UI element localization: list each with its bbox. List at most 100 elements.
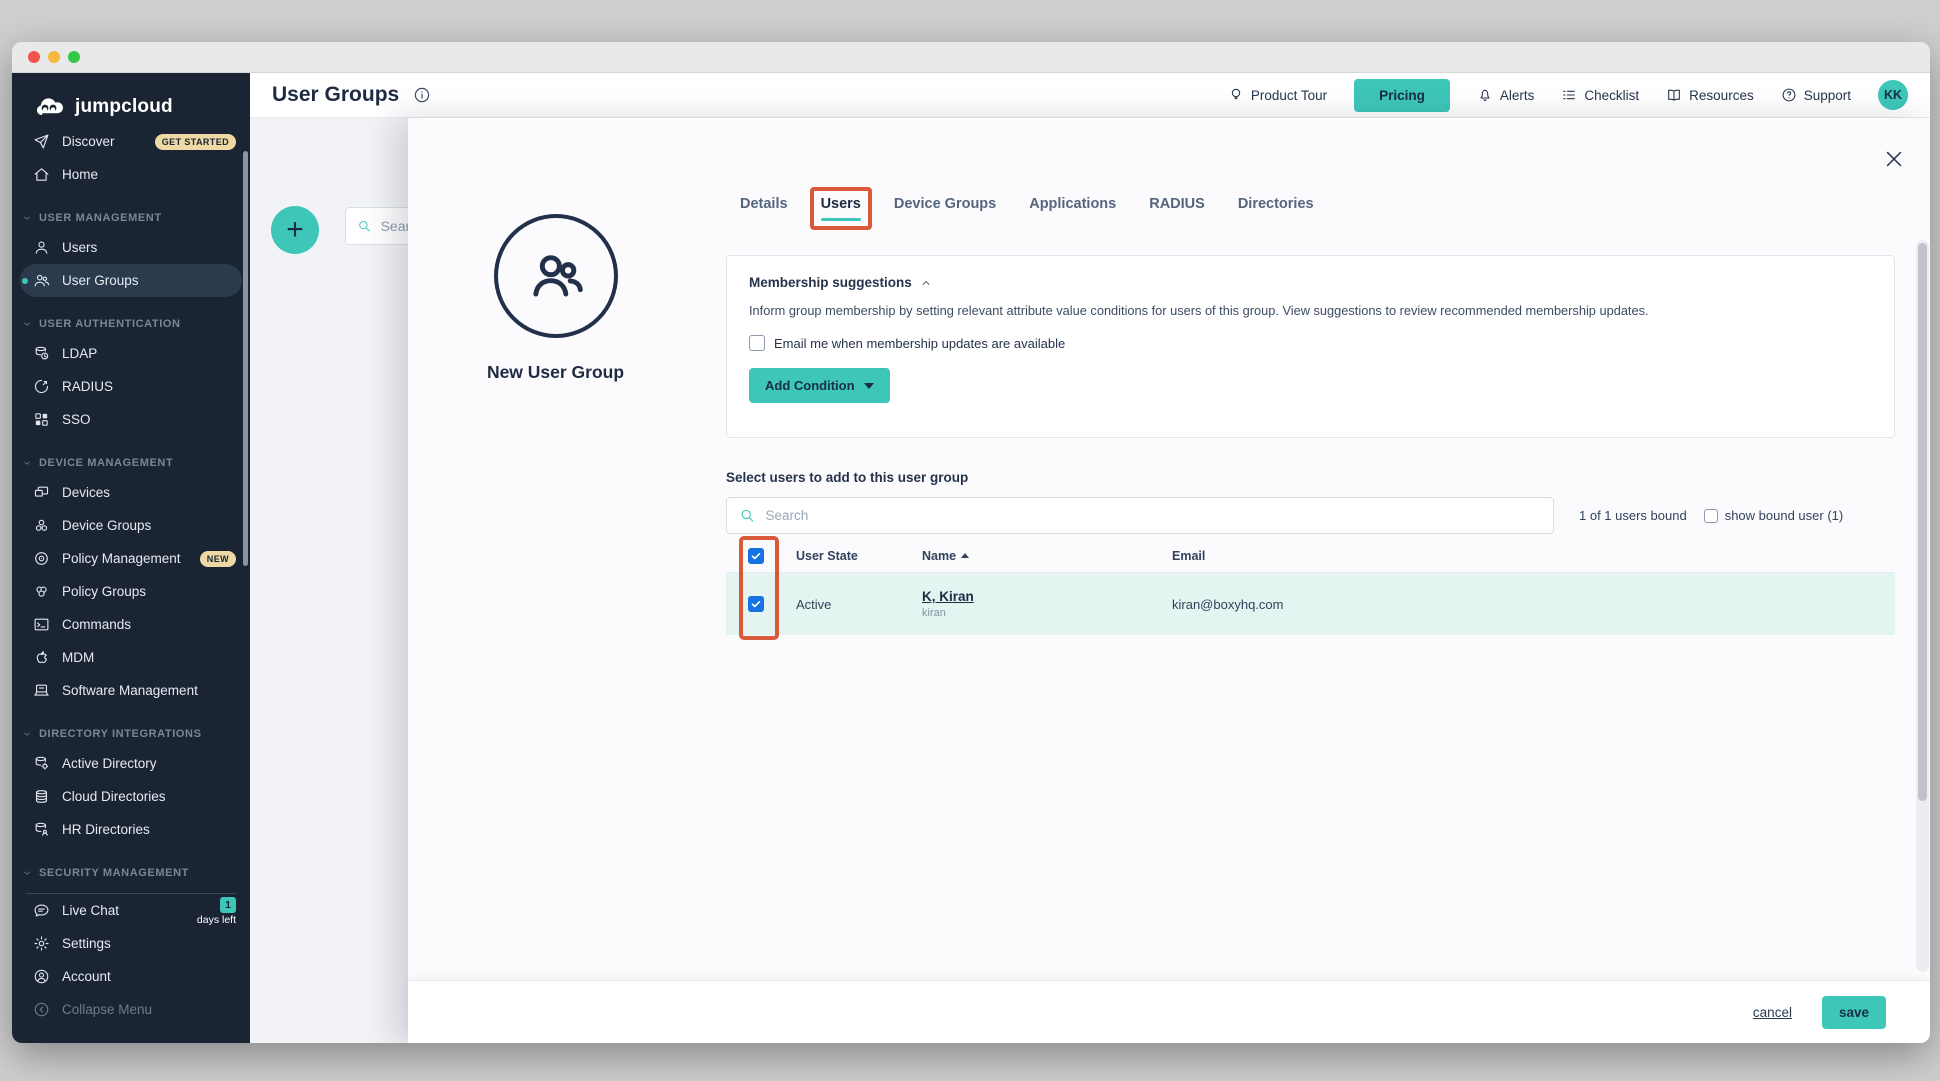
sidebar-section-user-authentication[interactable]: USER AUTHENTICATION bbox=[12, 311, 250, 337]
sidebar-item-sso[interactable]: SSO bbox=[12, 403, 250, 436]
jumpcloud-logo[interactable]: jumpcloud bbox=[12, 73, 250, 125]
sidebar-item-policy-management[interactable]: Policy ManagementNEW bbox=[12, 542, 250, 575]
users-search-input[interactable] bbox=[765, 508, 1541, 523]
show-bound-user-row[interactable]: show bound user (1) bbox=[1704, 508, 1844, 523]
sidebar-section-directory-integrations[interactable]: DIRECTORY INTEGRATIONS bbox=[12, 721, 250, 747]
sidebar-nav: DiscoverGET STARTEDHome USER MANAGEMENT Us… bbox=[12, 125, 250, 882]
user-group-icon bbox=[494, 214, 618, 338]
tab-device-groups[interactable]: Device Groups bbox=[894, 196, 996, 221]
chevron-up-icon bbox=[920, 277, 932, 289]
tour-icon bbox=[1228, 87, 1244, 103]
sidebar-item-ldap[interactable]: LDAP bbox=[12, 337, 250, 370]
sidebar-item-discover[interactable]: DiscoverGET STARTED bbox=[12, 125, 250, 158]
tab-details[interactable]: Details bbox=[740, 196, 788, 221]
mdm-icon bbox=[33, 649, 50, 666]
sidebar-item-policy-groups[interactable]: Policy Groups bbox=[12, 575, 250, 608]
sidebar-item-home[interactable]: Home bbox=[12, 158, 250, 191]
show-bound-user-checkbox[interactable] bbox=[1704, 509, 1718, 523]
chevron-down-icon bbox=[22, 458, 32, 468]
column-header-name[interactable]: Name bbox=[922, 549, 1172, 563]
sidebar-scrollbar[interactable] bbox=[243, 151, 248, 566]
section-label: DIRECTORY INTEGRATIONS bbox=[39, 728, 202, 740]
user-state: Active bbox=[796, 597, 922, 612]
tab-directories[interactable]: Directories bbox=[1238, 196, 1314, 221]
header-action-label: Checklist bbox=[1584, 88, 1639, 103]
sidebar-item-hr-directories[interactable]: HR Directories bbox=[12, 813, 250, 846]
sidebar-section-user-management[interactable]: USER MANAGEMENT bbox=[12, 205, 250, 231]
select-all-checkbox[interactable] bbox=[748, 548, 764, 564]
sidebar-item-user-groups[interactable]: User Groups bbox=[20, 264, 242, 297]
page-header: User Groups Product TourPricingAlertsChe… bbox=[250, 73, 1930, 118]
sidebar-item-label: Commands bbox=[62, 617, 131, 632]
membership-suggestions-toggle[interactable]: Membership suggestions bbox=[749, 275, 1872, 290]
sidebar-item-software-management[interactable]: Software Management bbox=[12, 674, 250, 707]
header-action-alerts[interactable]: Alerts bbox=[1477, 87, 1535, 103]
header-action-label: Resources bbox=[1689, 88, 1754, 103]
traffic-light-zoom[interactable] bbox=[68, 51, 80, 63]
home-icon bbox=[33, 166, 50, 183]
search-icon bbox=[739, 507, 755, 524]
email-updates-checkbox-row[interactable]: Email me when membership updates are ava… bbox=[749, 335, 1872, 351]
sidebar-section-device-management[interactable]: DEVICE MANAGEMENT bbox=[12, 450, 250, 476]
devices-icon bbox=[33, 484, 50, 501]
sidebar-item-live-chat[interactable]: Live Chat1days left bbox=[12, 894, 250, 927]
sidebar-footer: Live Chat1days left Settings AccountCollap… bbox=[12, 882, 250, 1043]
sidebar-item-label: Policy Management bbox=[62, 551, 181, 566]
sidebar-item-label: Discover bbox=[62, 134, 115, 149]
users-table: User StateNameEmail ActiveK, Kirankiranki… bbox=[726, 539, 1895, 635]
header-action-resources[interactable]: Resources bbox=[1666, 87, 1754, 103]
app-window: jumpcloud DiscoverGET STARTEDHome USER MA… bbox=[12, 42, 1930, 1043]
tab-users[interactable]: Users bbox=[821, 196, 861, 221]
sidebar-section-security-management[interactable]: SECURITY MANAGEMENT bbox=[12, 860, 250, 882]
close-icon[interactable] bbox=[1882, 148, 1906, 172]
modal-tabs: Details Users Device Groups Applications RAD… bbox=[740, 196, 1314, 221]
modal-scrollbar-thumb[interactable] bbox=[1918, 243, 1927, 801]
sidebar-item-account[interactable]: Account bbox=[12, 960, 250, 993]
commands-icon bbox=[33, 616, 50, 633]
traffic-light-close[interactable] bbox=[28, 51, 40, 63]
column-header-user-state[interactable]: User State bbox=[796, 549, 922, 563]
email-updates-checkbox[interactable] bbox=[749, 335, 765, 351]
modal-title: New User Group bbox=[468, 362, 643, 383]
save-button[interactable]: save bbox=[1822, 996, 1886, 1029]
header-action-support[interactable]: Support bbox=[1781, 87, 1851, 103]
sidebar-item-label: Cloud Directories bbox=[62, 789, 166, 804]
group-identity: New User Group bbox=[468, 214, 643, 383]
tab-radius[interactable]: RADIUS bbox=[1149, 196, 1205, 221]
header-action-product-tour[interactable]: Product Tour bbox=[1228, 87, 1327, 103]
email-updates-label: Email me when membership updates are ava… bbox=[774, 336, 1065, 351]
add-user-group-button[interactable]: + bbox=[271, 206, 319, 254]
header-action-checklist[interactable]: Checklist bbox=[1561, 87, 1639, 103]
sidebar-item-label: Software Management bbox=[62, 683, 198, 698]
sidebar-item-settings[interactable]: Settings bbox=[12, 927, 250, 960]
column-header-email[interactable]: Email bbox=[1172, 549, 1895, 563]
chevron-down-icon bbox=[22, 319, 32, 329]
modal-footer: cancel save bbox=[408, 980, 1930, 1043]
sidebar-item-label: Settings bbox=[62, 936, 111, 951]
users-search-row: 1 of 1 users bound show bound user (1) bbox=[726, 497, 1895, 534]
traffic-light-minimize[interactable] bbox=[48, 51, 60, 63]
software-icon bbox=[33, 682, 50, 699]
cancel-link[interactable]: cancel bbox=[1753, 1005, 1792, 1020]
sidebar-item-devices[interactable]: Devices bbox=[12, 476, 250, 509]
add-condition-button[interactable]: Add Condition bbox=[749, 368, 890, 403]
sidebar-item-commands[interactable]: Commands bbox=[12, 608, 250, 641]
pricing-button[interactable]: Pricing bbox=[1354, 79, 1450, 112]
sidebar-item-label: Users bbox=[62, 240, 97, 255]
header-action-label: Product Tour bbox=[1251, 88, 1327, 103]
discover-icon bbox=[33, 133, 50, 150]
info-icon[interactable] bbox=[413, 86, 431, 104]
user-avatar[interactable]: KK bbox=[1878, 80, 1908, 110]
sidebar-item-cloud-directories[interactable]: Cloud Directories bbox=[12, 780, 250, 813]
sidebar-item-users[interactable]: Users bbox=[12, 231, 250, 264]
sidebar-item-mdm[interactable]: MDM bbox=[12, 641, 250, 674]
sidebar-item-radius[interactable]: RADIUS bbox=[12, 370, 250, 403]
device-group-icon bbox=[33, 517, 50, 534]
sidebar-item-collapse-menu[interactable]: Collapse Menu bbox=[12, 993, 250, 1026]
sidebar-item-active-directory[interactable]: Active Directory bbox=[12, 747, 250, 780]
sidebar-item-device-groups[interactable]: Device Groups bbox=[12, 509, 250, 542]
tab-applications[interactable]: Applications bbox=[1029, 196, 1116, 221]
user-table-row[interactable]: ActiveK, Kirankirankiran@boxyhq.com bbox=[726, 573, 1895, 635]
row-checkbox[interactable] bbox=[748, 596, 764, 612]
user-name-link[interactable]: K, Kiran bbox=[922, 589, 974, 604]
